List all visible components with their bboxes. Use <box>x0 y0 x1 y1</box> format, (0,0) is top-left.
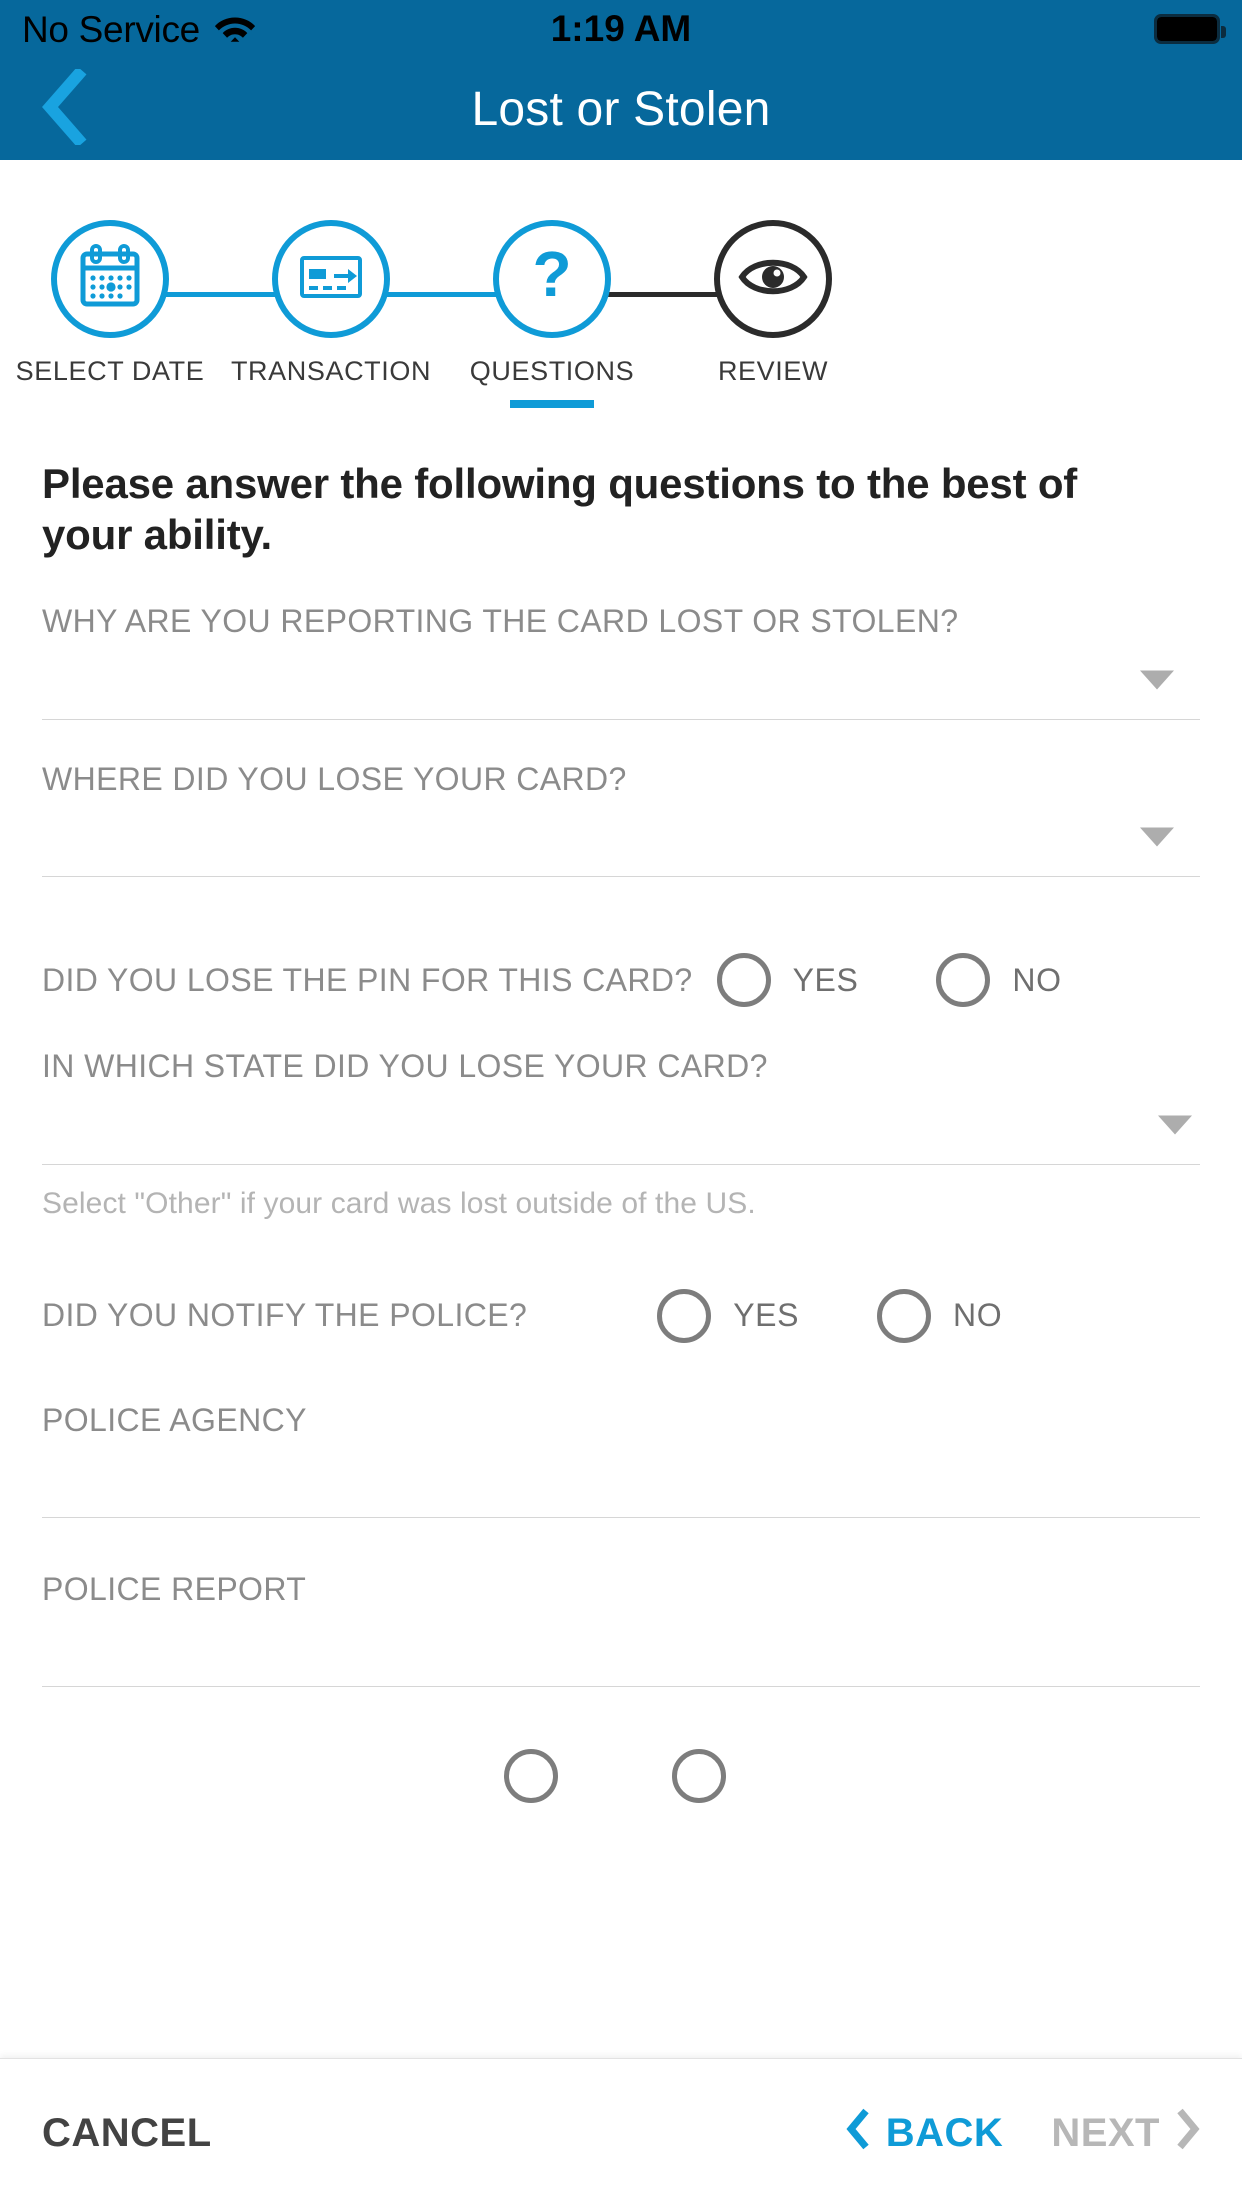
stepper-step-transaction[interactable]: TRANSACTION <box>231 220 430 387</box>
field-police-notified-no[interactable]: NO <box>877 1288 1003 1343</box>
field-next-question-no-partial[interactable] <box>672 1749 726 1804</box>
field-police-notified-yes-label: YES <box>733 1297 800 1334</box>
field-police-report-underline <box>42 1686 1200 1688</box>
radio-unchecked-icon[interactable] <box>936 953 991 1008</box>
stepper-step-review[interactable]: REVIEW <box>683 220 863 387</box>
field-police-report[interactable]: POLICE REPORT <box>42 1570 1200 1688</box>
radio-unchecked-icon[interactable] <box>877 1288 932 1343</box>
nav-bar: Lost or Stolen <box>0 58 1242 160</box>
field-pin-yes[interactable]: YES <box>716 953 859 1008</box>
stepper-circle-2 <box>272 220 390 338</box>
footer-bar: CANCEL BACK NEXT <box>0 2058 1242 2208</box>
back-button[interactable]: BACK <box>846 2107 1004 2161</box>
radio-unchecked-icon[interactable] <box>672 1749 726 1804</box>
chevron-down-icon[interactable] <box>1140 670 1174 690</box>
radio-unchecked-icon[interactable] <box>657 1288 712 1343</box>
field-next-question-yes-partial[interactable] <box>504 1749 558 1804</box>
field-where-underline <box>42 876 1200 878</box>
field-police-agency-input[interactable] <box>42 1439 1200 1517</box>
stepper-step-select-date[interactable]: SELECT DATE <box>16 220 204 387</box>
chevron-down-icon[interactable] <box>1158 1115 1192 1135</box>
radio-unchecked-icon[interactable] <box>716 953 771 1008</box>
progress-stepper: SELECT DATE TRANSACTION ? QUESTIONS REVI… <box>0 220 1242 410</box>
field-pin-options: YES NO <box>716 953 1062 1008</box>
stepper-current-indicator <box>510 400 594 408</box>
field-state-select[interactable] <box>42 1086 1200 1164</box>
field-police-report-input[interactable] <box>42 1608 1200 1686</box>
field-reason[interactable]: WHY ARE YOU REPORTING THE CARD LOST OR S… <box>42 602 1200 720</box>
field-pin-yes-label: YES <box>792 961 859 998</box>
field-state[interactable]: IN WHICH STATE DID YOU LOSE YOUR CARD? S… <box>42 1047 1200 1220</box>
card-transfer-icon <box>294 240 368 319</box>
status-bar: No Service 1:19 AM <box>0 0 1242 58</box>
next-button-label: NEXT <box>1051 2111 1160 2155</box>
field-police-report-label: POLICE REPORT <box>42 1571 307 1608</box>
stepper-label-1: SELECT DATE <box>15 356 205 386</box>
field-reason-underline <box>42 718 1200 720</box>
cancel-button[interactable]: CANCEL <box>42 2111 212 2156</box>
field-pin-label: DID YOU LOSE THE PIN FOR THIS CARD? <box>42 961 693 998</box>
chevron-left-icon <box>846 2107 872 2161</box>
svg-text:?: ? <box>532 240 571 310</box>
field-police-notified-label: DID YOU NOTIFY THE POLICE? <box>42 1297 528 1334</box>
field-police-notified-no-label: NO <box>953 1297 1003 1334</box>
status-bar-right <box>1154 0 1226 58</box>
field-where-select[interactable] <box>42 798 1200 876</box>
stepper-step-questions[interactable]: ? QUESTIONS <box>462 220 642 408</box>
app-root: No Service 1:19 AM Lost or Stolen SELECT… <box>0 0 1242 2208</box>
field-state-label: IN WHICH STATE DID YOU LOSE YOUR CARD? <box>42 1048 768 1085</box>
battery-full-icon <box>1154 14 1226 44</box>
field-police-notified-options: YES NO <box>657 1288 1003 1343</box>
back-button-label: BACK <box>885 2111 1004 2155</box>
field-reason-select[interactable] <box>42 641 1200 719</box>
stepper-label-4: REVIEW <box>717 356 829 386</box>
scroll-content[interactable]: SELECT DATE TRANSACTION ? QUESTIONS REVI… <box>0 160 1242 2058</box>
questions-form: WHY ARE YOU REPORTING THE CARD LOST OR S… <box>0 602 1242 1813</box>
field-pin-no-label: NO <box>1012 961 1062 998</box>
stepper-circle-3: ? <box>493 220 611 338</box>
question-mark-icon: ? <box>515 238 589 319</box>
next-button[interactable]: NEXT <box>1051 2107 1200 2161</box>
field-police-notified-row: DID YOU NOTIFY THE POLICE? YES NO <box>42 1279 1200 1353</box>
chevron-down-icon[interactable] <box>1140 827 1174 847</box>
field-state-helper-text: Select "Other" if your card was lost out… <box>42 1186 756 1220</box>
field-pin-no[interactable]: NO <box>936 953 1062 1008</box>
field-where[interactable]: WHERE DID YOU LOSE YOUR CARD? <box>42 760 1200 878</box>
field-next-question-row-partial <box>42 1739 1200 1813</box>
section-headline: Please answer the following questions to… <box>42 460 1078 559</box>
field-pin-row: DID YOU LOSE THE PIN FOR THIS CARD? YES … <box>42 943 1200 1017</box>
field-police-notified-yes[interactable]: YES <box>657 1288 800 1343</box>
page-title: Lost or Stolen <box>471 82 771 136</box>
footer-nav-buttons: BACK NEXT <box>846 2107 1200 2161</box>
clock-label: 1:19 AM <box>550 8 692 49</box>
eye-icon <box>736 240 810 319</box>
chevron-right-icon <box>1174 2107 1200 2161</box>
field-police-agency-label: POLICE AGENCY <box>42 1401 307 1438</box>
field-state-underline <box>42 1163 1200 1165</box>
stepper-circle-4 <box>714 220 832 338</box>
field-reason-label: WHY ARE YOU REPORTING THE CARD LOST OR S… <box>42 603 959 640</box>
field-police-agency[interactable]: POLICE AGENCY <box>42 1401 1200 1519</box>
stepper-label-3: QUESTIONS <box>469 356 635 386</box>
field-next-question-options-partial <box>504 1749 726 1804</box>
field-police-agency-underline <box>42 1517 1200 1519</box>
calendar-icon <box>73 240 147 319</box>
radio-unchecked-icon[interactable] <box>504 1749 558 1804</box>
field-where-label: WHERE DID YOU LOSE YOUR CARD? <box>42 760 627 797</box>
stepper-label-2: TRANSACTION <box>230 356 432 386</box>
stepper-circle-1 <box>51 220 169 338</box>
